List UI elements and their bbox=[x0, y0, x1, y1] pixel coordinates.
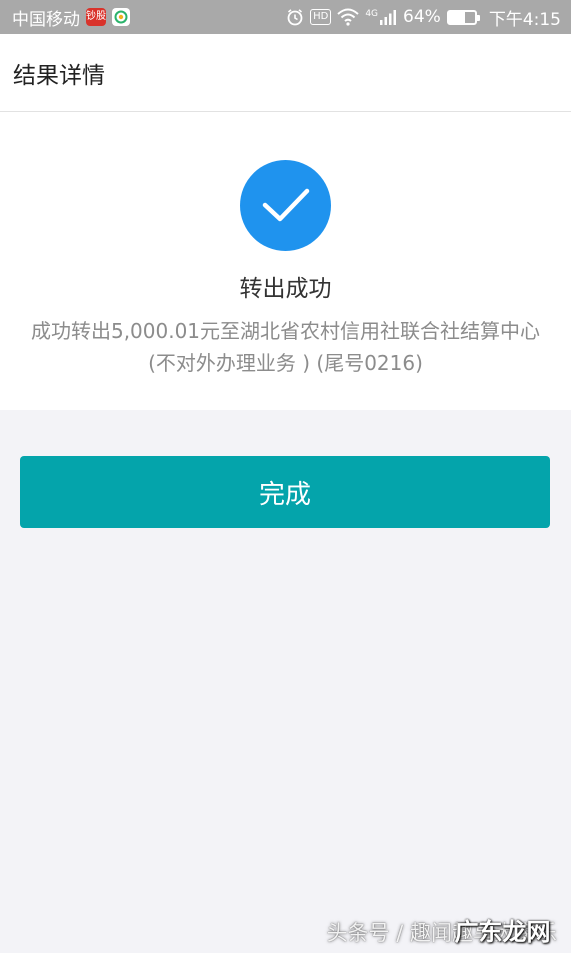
signal-icon: 4G bbox=[365, 9, 397, 25]
app-notification-icon bbox=[112, 8, 130, 26]
status-bar: 中国移动 钞股 HD 4G 64% 下午4:15 bbox=[0, 0, 571, 34]
page-title: 结果详情 bbox=[13, 62, 105, 89]
result-panel: 转出成功 成功转出5,000.01元至湖北省农村信用社联合社结算中心(不对外办理… bbox=[0, 112, 571, 410]
battery-icon bbox=[446, 9, 480, 25]
carrier-label: 中国移动 bbox=[12, 9, 80, 30]
stock-app-icon: 钞股 bbox=[86, 8, 106, 26]
clock-time: 下午4:15 bbox=[488, 9, 561, 30]
watermark-overlay: 广东龙网 bbox=[454, 918, 551, 946]
done-button[interactable]: 完成 bbox=[20, 456, 550, 528]
status-left: 中国移动 钞股 bbox=[12, 5, 130, 30]
result-title: 转出成功 bbox=[239, 276, 332, 302]
hd-icon: HD bbox=[310, 9, 332, 25]
alarm-icon bbox=[286, 8, 304, 26]
result-description: 成功转出5,000.01元至湖北省农村信用社联合社结算中心(不对外办理业务 ) … bbox=[30, 319, 541, 375]
page-header: 结果详情 bbox=[0, 34, 571, 112]
status-right: HD 4G 64% 下午4:15 bbox=[286, 5, 561, 30]
page: 中国移动 钞股 HD 4G 64% 下午4:15 结果详情 转出成功 成功转出5… bbox=[0, 0, 571, 953]
battery-fill bbox=[448, 11, 466, 23]
wifi-icon bbox=[337, 8, 359, 26]
network-type-label: 4G bbox=[365, 9, 379, 19]
battery-percent: 64% bbox=[403, 7, 441, 27]
watermark: 头条号 / 趣闻趣享大家乐 广东龙网 bbox=[327, 917, 557, 947]
success-check-icon bbox=[240, 160, 331, 251]
